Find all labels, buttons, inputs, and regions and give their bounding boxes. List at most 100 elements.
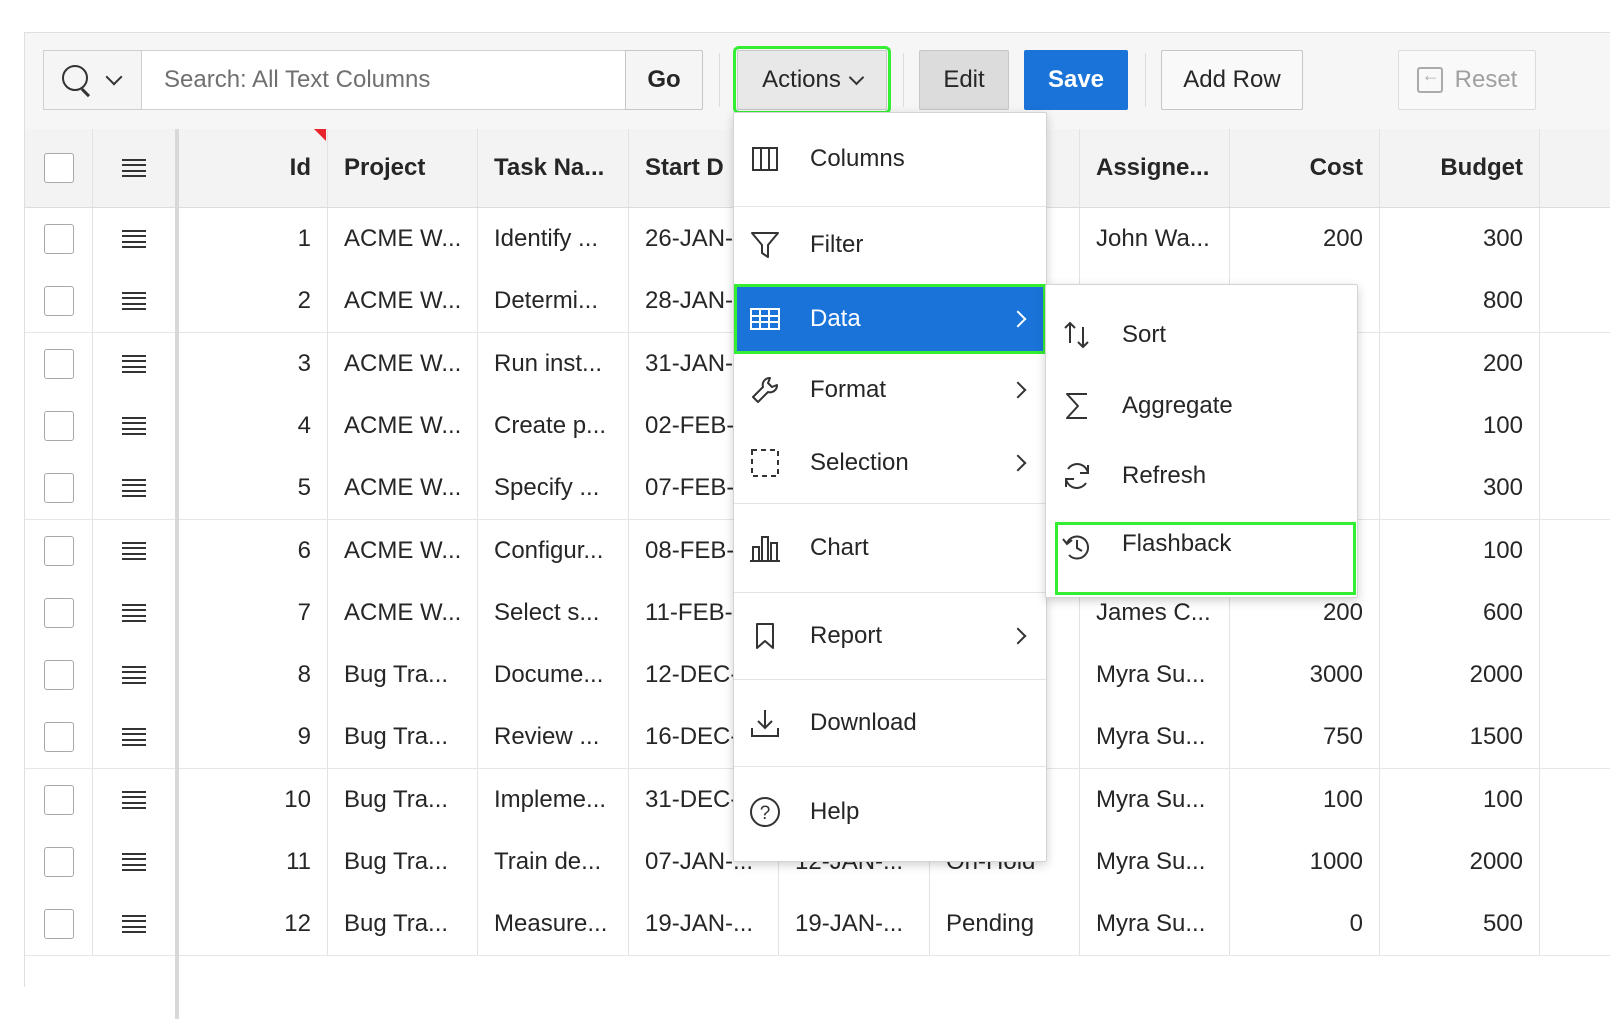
- cell-id[interactable]: 8: [179, 644, 328, 707]
- cell-project[interactable]: ACME W...: [328, 270, 478, 333]
- cell-budget[interactable]: 2000: [1380, 644, 1540, 707]
- cell-task-name[interactable]: Determi...: [478, 270, 629, 333]
- row-menu-icon[interactable]: [122, 915, 146, 934]
- cell-budget[interactable]: 300: [1380, 457, 1540, 520]
- cell-project[interactable]: ACME W...: [328, 208, 478, 270]
- row-checkbox[interactable]: [43, 535, 74, 566]
- cell-task-name[interactable]: Select s...: [478, 581, 629, 644]
- col-header-task-name[interactable]: Task Na...: [478, 129, 629, 207]
- menu-icon[interactable]: [122, 159, 146, 177]
- row-menu-icon[interactable]: [122, 603, 146, 622]
- cell-budget[interactable]: 100: [1380, 394, 1540, 457]
- cell-task-name[interactable]: Create p...: [478, 394, 629, 457]
- cell-cost[interactable]: 750: [1230, 706, 1380, 769]
- col-header-cost[interactable]: Cost: [1230, 129, 1380, 207]
- row-checkbox[interactable]: [43, 909, 74, 940]
- col-header-id[interactable]: Id: [179, 129, 328, 207]
- cell-budget[interactable]: 500: [1380, 893, 1540, 956]
- cell-project[interactable]: Bug Tra...: [328, 644, 478, 707]
- cell-task-name[interactable]: Review ...: [478, 706, 629, 769]
- cell-project[interactable]: ACME W...: [328, 581, 478, 644]
- cell-id[interactable]: 4: [179, 394, 328, 457]
- cell-assignee[interactable]: Myra Su...: [1080, 768, 1230, 831]
- cell-id[interactable]: 1: [179, 208, 328, 270]
- cell-budget[interactable]: 2000: [1380, 831, 1540, 893]
- cell-start-date[interactable]: 19-JAN-...: [629, 893, 779, 956]
- cell-task-name[interactable]: Run inst...: [478, 332, 629, 395]
- cell-assignee[interactable]: Myra Su...: [1080, 706, 1230, 769]
- menu-item-filter[interactable]: Filter: [734, 207, 1046, 283]
- add-row-button[interactable]: Add Row: [1161, 50, 1303, 110]
- col-header-project[interactable]: Project: [328, 129, 478, 207]
- cell-assignee[interactable]: Myra Su...: [1080, 831, 1230, 893]
- cell-task-name[interactable]: Impleme...: [478, 768, 629, 831]
- submenu-item-aggregate[interactable]: Aggregate: [1046, 371, 1357, 441]
- cell-project[interactable]: ACME W...: [328, 519, 478, 582]
- cell-task-name[interactable]: Configur...: [478, 519, 629, 582]
- row-menu-icon[interactable]: [122, 790, 146, 809]
- cell-task-name[interactable]: Measure...: [478, 893, 629, 956]
- row-menu-icon[interactable]: [122, 479, 146, 498]
- cell-id[interactable]: 6: [179, 519, 328, 582]
- col-header-budget[interactable]: Budget: [1380, 129, 1540, 207]
- row-menu-icon[interactable]: [122, 230, 146, 248]
- cell-id[interactable]: 12: [179, 893, 328, 956]
- row-checkbox[interactable]: [43, 597, 74, 628]
- cell-assignee[interactable]: John Wa...: [1080, 208, 1230, 270]
- actions-button[interactable]: Actions: [733, 46, 891, 114]
- cell-id[interactable]: 3: [179, 332, 328, 395]
- menu-item-chart[interactable]: Chart: [734, 504, 1046, 591]
- edit-button[interactable]: Edit: [919, 50, 1009, 110]
- submenu-item-refresh[interactable]: Refresh: [1046, 441, 1357, 511]
- table-row[interactable]: 12 Bug Tra... Measure... 19-JAN-... 19-JAN-.…: [25, 893, 1610, 957]
- cell-cost[interactable]: 200: [1230, 208, 1380, 270]
- cell-project[interactable]: ACME W...: [328, 394, 478, 457]
- row-checkbox[interactable]: [43, 286, 74, 317]
- cell-id[interactable]: 9: [179, 706, 328, 769]
- cell-project[interactable]: ACME W...: [328, 457, 478, 520]
- cell-budget[interactable]: 600: [1380, 581, 1540, 644]
- search-input[interactable]: [141, 50, 627, 110]
- cell-end-date[interactable]: 19-JAN-...: [779, 893, 930, 956]
- row-menu-icon[interactable]: [122, 728, 146, 747]
- cell-budget[interactable]: 100: [1380, 519, 1540, 582]
- menu-item-download[interactable]: Download: [734, 680, 1046, 766]
- cell-status[interactable]: Pending: [930, 893, 1080, 956]
- row-checkbox[interactable]: [43, 660, 74, 691]
- menu-item-columns[interactable]: Columns: [734, 113, 1046, 205]
- select-all-checkbox[interactable]: [43, 153, 74, 183]
- cell-task-name[interactable]: Train de...: [478, 831, 629, 893]
- row-menu-icon[interactable]: [122, 416, 146, 435]
- cell-cost[interactable]: 3000: [1230, 644, 1380, 707]
- cell-budget[interactable]: 1500: [1380, 706, 1540, 769]
- cell-cost[interactable]: 1000: [1230, 831, 1380, 893]
- cell-assignee[interactable]: Myra Su...: [1080, 644, 1230, 707]
- row-checkbox[interactable]: [43, 784, 74, 815]
- cell-task-name[interactable]: Identify ...: [478, 208, 629, 270]
- row-checkbox[interactable]: [43, 410, 74, 441]
- cell-id[interactable]: 11: [179, 831, 328, 893]
- cell-cost[interactable]: 100: [1230, 768, 1380, 831]
- row-menu-icon[interactable]: [122, 292, 146, 311]
- row-menu-icon[interactable]: [122, 354, 146, 373]
- row-menu-icon[interactable]: [122, 541, 146, 560]
- col-header-assignee[interactable]: Assigne...: [1080, 129, 1230, 207]
- save-button[interactable]: Save: [1024, 50, 1128, 110]
- menu-item-report[interactable]: Report: [734, 593, 1046, 679]
- row-menu-icon[interactable]: [122, 666, 146, 685]
- cell-project[interactable]: Bug Tra...: [328, 768, 478, 831]
- cell-budget[interactable]: 800: [1380, 270, 1540, 333]
- cell-project[interactable]: Bug Tra...: [328, 706, 478, 769]
- cell-task-name[interactable]: Specify ...: [478, 457, 629, 520]
- cell-id[interactable]: 7: [179, 581, 328, 644]
- cell-id[interactable]: 5: [179, 457, 328, 520]
- cell-budget[interactable]: 100: [1380, 768, 1540, 831]
- row-menu-icon[interactable]: [122, 853, 146, 871]
- submenu-item-sort[interactable]: Sort: [1046, 299, 1357, 371]
- cell-id[interactable]: 2: [179, 270, 328, 333]
- menu-item-help[interactable]: ? Help: [734, 767, 1046, 857]
- cell-project[interactable]: Bug Tra...: [328, 831, 478, 893]
- cell-project[interactable]: Bug Tra...: [328, 893, 478, 956]
- menu-item-data[interactable]: Data: [734, 284, 1046, 354]
- cell-project[interactable]: ACME W...: [328, 332, 478, 395]
